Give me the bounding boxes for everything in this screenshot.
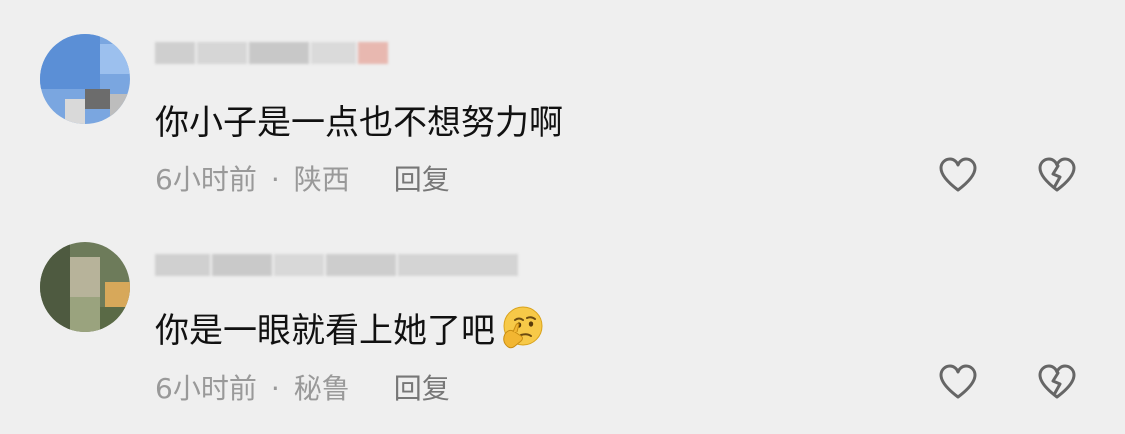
like-button[interactable] — [938, 363, 978, 403]
dislike-button[interactable] — [1037, 156, 1077, 196]
comment-item: 你是一眼就看上她了吧 6小时前 · 秘鲁 回复 — [0, 217, 1125, 434]
comment-text-content: 你是一眼就看上她了吧 — [155, 311, 495, 351]
username-pixel-block — [155, 254, 210, 276]
heart-outline-icon — [939, 157, 977, 192]
comment-time: 6小时前 — [155, 163, 257, 196]
username-pixel-block — [274, 254, 324, 276]
reply-button[interactable]: 回复 — [394, 372, 450, 405]
dislike-button[interactable] — [1037, 363, 1077, 403]
comment-text: 你是一眼就看上她了吧 — [155, 303, 545, 352]
meta-separator: · — [270, 372, 280, 405]
username-blurred[interactable] — [155, 40, 390, 66]
username-pixel-block — [249, 42, 309, 64]
thinking-face-icon — [497, 304, 545, 352]
username-pixel-block — [197, 42, 247, 64]
username-pixel-block — [212, 254, 272, 276]
comment-item: 你小子是一点也不想努力啊 6小时前 · 陕西 回复 — [0, 0, 1125, 217]
avatar[interactable] — [40, 34, 130, 124]
username-pixel-block — [311, 42, 356, 64]
reply-button[interactable]: 回复 — [394, 163, 450, 196]
heart-outline-icon — [939, 364, 977, 399]
comment-time: 6小时前 — [155, 372, 257, 405]
comment-text-content: 你小子是一点也不想努力啊 — [155, 103, 563, 143]
username-pixel-block — [398, 254, 518, 276]
broken-heart-icon — [1038, 364, 1076, 399]
comment-location: 秘鲁 — [293, 372, 350, 405]
comment-meta: 6小时前 · 秘鲁 回复 — [155, 367, 450, 407]
comment-text: 你小子是一点也不想努力啊 — [155, 95, 563, 144]
username-blurred[interactable] — [155, 252, 520, 278]
username-pixel-block — [358, 42, 388, 64]
comment-meta: 6小时前 · 陕西 回复 — [155, 158, 450, 198]
comment-location: 陕西 — [293, 163, 350, 196]
avatar[interactable] — [40, 242, 130, 332]
like-button[interactable] — [938, 156, 978, 196]
meta-separator: · — [270, 163, 280, 196]
username-pixel-block — [326, 254, 396, 276]
broken-heart-icon — [1038, 157, 1076, 192]
username-pixel-block — [155, 42, 195, 64]
